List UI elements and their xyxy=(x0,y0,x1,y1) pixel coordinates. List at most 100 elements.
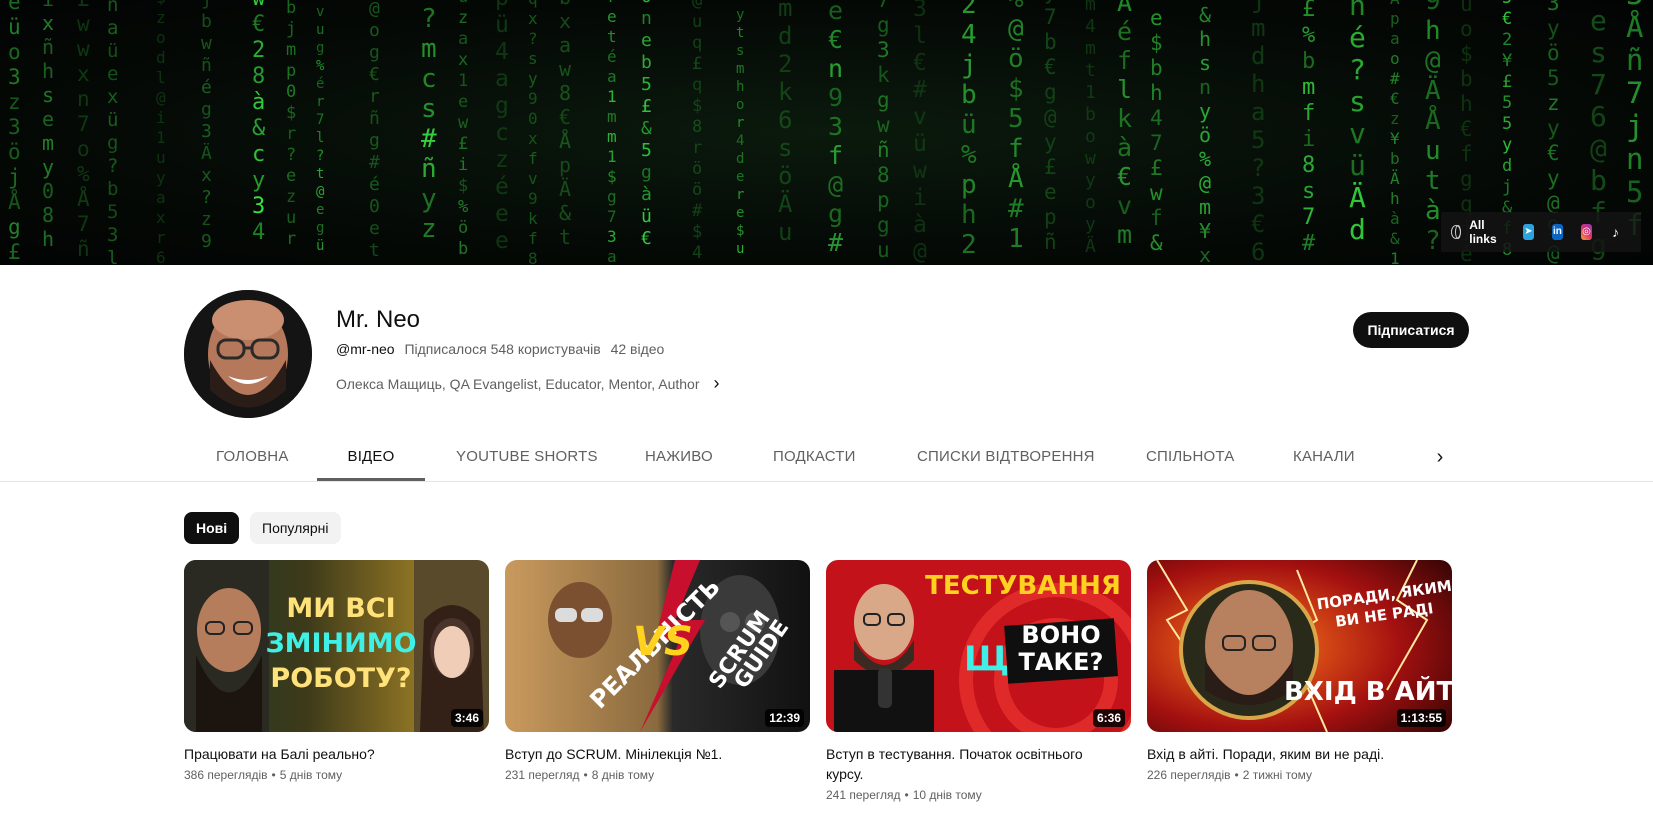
thumb-text: ЗМІНИМО xyxy=(265,628,416,659)
tab-community[interactable]: СПІЛЬНОТА xyxy=(1146,433,1234,481)
svg-text:$: $ xyxy=(1008,74,1024,104)
tab-live[interactable]: НАЖИВО xyxy=(645,433,713,481)
svg-text:u: u xyxy=(316,22,324,38)
svg-text:5: 5 xyxy=(641,140,652,161)
svg-text:y: y xyxy=(1085,214,1096,235)
svg-text:m: m xyxy=(1251,14,1265,42)
video-title[interactable]: Вхід в айті. Поради, яким ви не раді. xyxy=(1147,744,1437,764)
svg-text:?: ? xyxy=(421,4,437,34)
svg-text:ö: ö xyxy=(1547,41,1560,65)
tab-podcasts[interactable]: ПОДКАСТИ xyxy=(773,433,856,481)
svg-text:5: 5 xyxy=(641,74,652,95)
svg-text:Ä: Ä xyxy=(1085,236,1096,257)
svg-text:&: & xyxy=(252,116,266,141)
svg-text:2: 2 xyxy=(961,230,977,260)
svg-text:£: £ xyxy=(77,0,90,11)
svg-text:3: 3 xyxy=(8,65,21,89)
video-thumbnail[interactable]: РЕАЛЬНІСТЬ VS SCRUM GUIDE 12:39 xyxy=(505,560,810,732)
chip-newest[interactable]: Нові xyxy=(184,512,240,544)
svg-text:£: £ xyxy=(458,134,468,154)
svg-text:e: e xyxy=(316,202,324,218)
svg-text:@: @ xyxy=(1425,46,1441,76)
svg-text:3: 3 xyxy=(8,115,21,139)
svg-text:?: ? xyxy=(1251,154,1265,182)
svg-text:s: s xyxy=(1302,179,1315,204)
svg-text:Å: Å xyxy=(1626,10,1643,44)
video-title[interactable]: Працювати на Балі реально? xyxy=(184,744,474,764)
svg-text:p: p xyxy=(961,170,977,200)
video-thumbnail[interactable]: ТЕСТУВАННЯ ЩО ВОНО ТАКЕ? 6:36 xyxy=(826,560,1131,732)
svg-text:e: e xyxy=(736,169,744,185)
svg-text:h: h xyxy=(1150,81,1163,105)
video-count: 42 відео xyxy=(610,341,665,357)
telegram-icon[interactable]: ➤ xyxy=(1522,224,1534,240)
svg-text:h: h xyxy=(736,79,744,95)
svg-text:o: o xyxy=(1085,192,1096,213)
svg-text:t: t xyxy=(316,166,324,182)
video-title[interactable]: Вступ в тестування. Початок освітнього к… xyxy=(826,744,1116,784)
all-links-label[interactable]: All links xyxy=(1469,218,1501,246)
svg-text:y: y xyxy=(1547,116,1560,140)
chevron-right-icon[interactable]: › xyxy=(714,373,720,394)
video-title[interactable]: Вступ до SCRUM. Мінілекція №1. xyxy=(505,744,795,764)
svg-text:?: ? xyxy=(528,29,538,48)
channel-links[interactable]: All links ➤ in ◎ ♪ xyxy=(1441,212,1641,252)
svg-text:w: w xyxy=(458,113,469,133)
svg-text:f: f xyxy=(828,141,843,170)
tab-videos[interactable]: ВІДЕО xyxy=(317,433,425,481)
video-card[interactable]: МИ ВСІ ЗМІНИМО РОБОТУ? 3:46 Працювати на… xyxy=(184,560,489,782)
svg-text:à: à xyxy=(1117,133,1132,162)
svg-text:n: n xyxy=(1626,142,1643,176)
tab-home[interactable]: ГОЛОВНА xyxy=(216,433,289,481)
channel-avatar[interactable] xyxy=(184,290,312,418)
tiktok-icon[interactable]: ♪ xyxy=(1610,224,1621,240)
svg-text:z: z xyxy=(8,90,21,114)
tab-channels[interactable]: КАНАЛИ xyxy=(1293,433,1355,481)
svg-text:b: b xyxy=(286,0,296,18)
svg-text:l: l xyxy=(316,130,324,146)
video-card[interactable]: РЕАЛЬНІСТЬ VS SCRUM GUIDE 12:39 Вступ до… xyxy=(505,560,810,782)
linkedin-icon[interactable]: in xyxy=(1551,224,1563,240)
chevron-right-icon[interactable]: › xyxy=(1428,433,1452,481)
svg-text:ö: ö xyxy=(778,162,792,190)
svg-text:é: é xyxy=(1349,21,1366,54)
svg-text:ü: ü xyxy=(1460,0,1473,16)
svg-text:a: a xyxy=(1251,98,1265,126)
svg-text:&: & xyxy=(559,201,571,225)
svg-text:p: p xyxy=(877,188,890,212)
svg-text:@: @ xyxy=(1590,132,1607,165)
svg-text:£: £ xyxy=(1502,72,1512,92)
video-thumbnail[interactable]: ПОРАДИ, ЯКИМ ВИ НЕ РАДІ ВХІД В АЙТІ 1:13… xyxy=(1147,560,1452,732)
svg-text:p: p xyxy=(1044,205,1057,229)
svg-text:ü: ü xyxy=(107,40,118,62)
instagram-icon[interactable]: ◎ xyxy=(1580,224,1592,240)
svg-text:g: g xyxy=(877,88,890,112)
video-thumbnail[interactable]: МИ ВСІ ЗМІНИМО РОБОТУ? 3:46 xyxy=(184,560,489,732)
chip-popular[interactable]: Популярні xyxy=(250,512,341,544)
svg-text:?: ? xyxy=(316,148,324,164)
svg-text:#: # xyxy=(913,77,927,103)
svg-text:7: 7 xyxy=(1150,131,1163,155)
svg-text:u: u xyxy=(736,241,744,257)
video-card[interactable]: ТЕСТУВАННЯ ЩО ВОНО ТАКЕ? 6:36 Вступ в те… xyxy=(826,560,1131,802)
channel-description[interactable]: Олекса Мащиць, QA Evangelist, Educator, … xyxy=(336,373,720,394)
svg-text:3: 3 xyxy=(913,0,927,22)
svg-text:1: 1 xyxy=(458,71,468,91)
svg-text:7: 7 xyxy=(1590,68,1607,101)
video-card[interactable]: ПОРАДИ, ЯКИМ ВИ НЕ РАДІ ВХІД В АЙТІ 1:13… xyxy=(1147,560,1452,782)
svg-text:$: $ xyxy=(736,223,744,239)
svg-text:2: 2 xyxy=(1150,0,1163,5)
video-duration: 6:36 xyxy=(1092,709,1125,727)
svg-text:m: m xyxy=(421,34,437,64)
svg-text:8: 8 xyxy=(692,117,702,137)
tab-shorts[interactable]: YOUTUBE SHORTS xyxy=(456,433,598,481)
svg-text:r: r xyxy=(607,0,617,6)
tab-playlists[interactable]: СПИСКИ ВІДТВОРЕННЯ xyxy=(917,433,1095,481)
channel-name: Mr. Neo xyxy=(336,306,421,333)
svg-text:y: y xyxy=(421,184,437,214)
svg-text:t: t xyxy=(607,27,617,46)
svg-text:€: € xyxy=(1044,55,1057,79)
subscribe-button[interactable]: Підписатися xyxy=(1353,312,1469,348)
svg-text:b: b xyxy=(1302,49,1315,74)
view-count: 241 перегляд xyxy=(826,788,901,802)
